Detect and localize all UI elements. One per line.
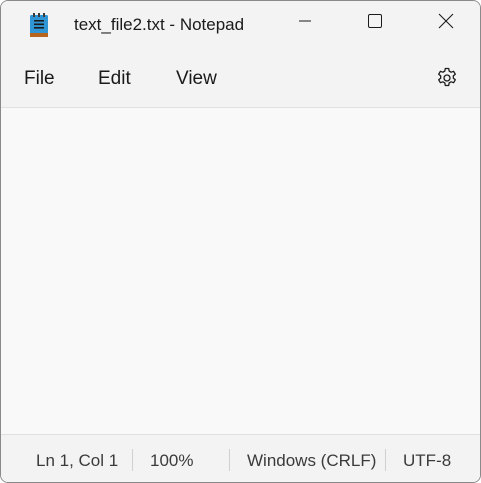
cursor-position[interactable]: Ln 1, Col 1 <box>36 450 118 472</box>
line-ending[interactable]: Windows (CRLF) <box>247 450 376 472</box>
status-divider <box>385 449 386 471</box>
close-icon <box>438 13 454 34</box>
notepad-window: text_file2.txt - Notepad File Edit View … <box>0 0 481 483</box>
zoom-level[interactable]: 100% <box>150 450 193 472</box>
window-title: text_file2.txt - Notepad <box>74 15 245 34</box>
notepad-icon <box>29 12 49 38</box>
menu-bar: File Edit View <box>1 49 480 108</box>
title-bar[interactable]: text_file2.txt - Notepad <box>1 1 480 49</box>
menu-view[interactable]: View <box>176 67 217 91</box>
status-bar: Ln 1, Col 1 100% Windows (CRLF) UTF-8 <box>1 434 480 482</box>
menu-file[interactable]: File <box>24 67 55 91</box>
gear-icon <box>435 66 459 95</box>
minimize-icon <box>298 14 312 33</box>
status-divider <box>132 449 133 471</box>
maximize-button[interactable] <box>344 1 406 45</box>
minimize-button[interactable] <box>274 1 336 45</box>
maximize-icon <box>368 13 382 33</box>
settings-button[interactable] <box>432 65 462 95</box>
close-button[interactable] <box>415 1 477 45</box>
encoding[interactable]: UTF-8 <box>403 450 451 472</box>
menu-edit[interactable]: Edit <box>98 67 131 91</box>
text-editor[interactable] <box>1 108 480 434</box>
status-divider <box>229 449 230 471</box>
